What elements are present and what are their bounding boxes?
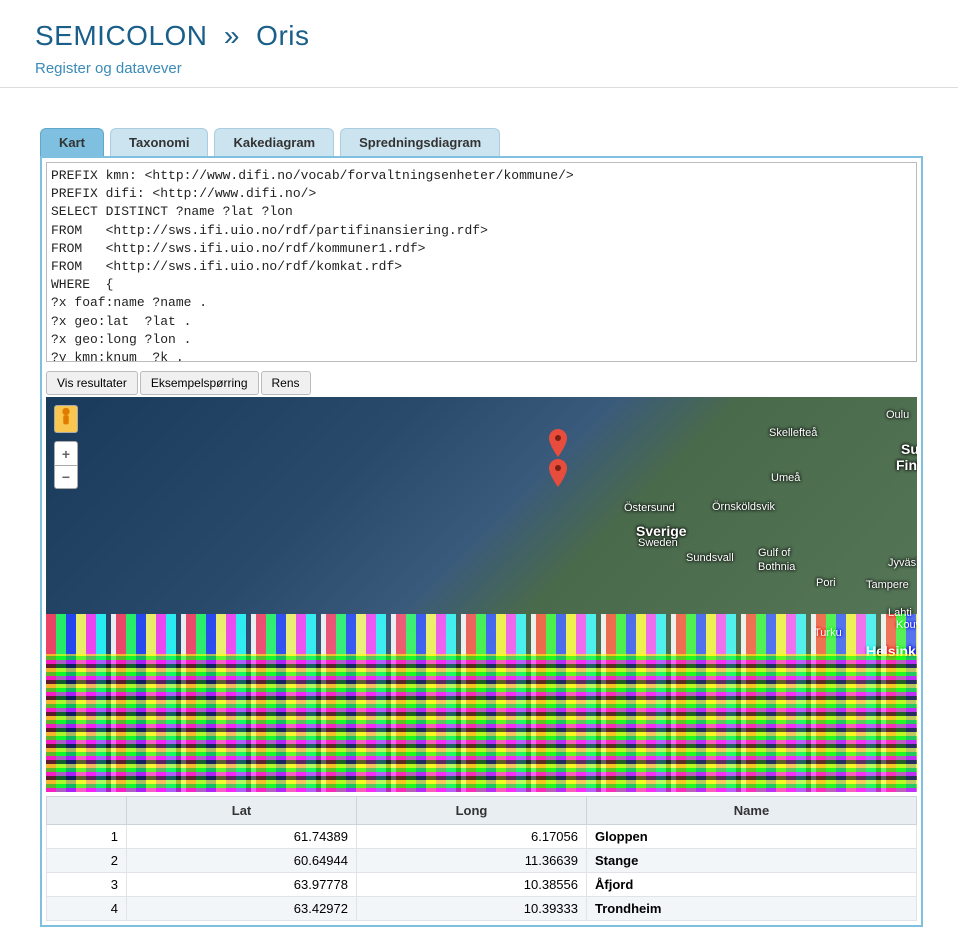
table-row: 260.6494411.36639Stange — [47, 849, 917, 873]
row-long: 6.17056 — [357, 825, 587, 849]
query-panel: Vis resultater Eksempelspørring Rens + −… — [40, 156, 923, 927]
map-place-label: Bothnia — [758, 561, 795, 573]
row-index: 4 — [47, 897, 127, 921]
page-header: SEMICOLON » Oris Register og datavever — [0, 0, 958, 88]
table-header: Long — [357, 797, 587, 825]
row-long: 10.38556 — [357, 873, 587, 897]
page-title: SEMICOLON » Oris — [35, 20, 923, 52]
results-table: LatLongName 161.743896.17056Gloppen260.6… — [46, 796, 917, 921]
row-lat: 63.42972 — [127, 897, 357, 921]
query-toolbar: Vis resultater Eksempelspørring Rens — [46, 371, 917, 395]
brand-name: SEMICOLON — [35, 20, 208, 51]
map-place-label: Gulf of — [758, 547, 790, 559]
map-place-label: Örnsköldsvik — [712, 501, 775, 513]
map-place-label: Finland — [896, 457, 917, 473]
map-marker-icon[interactable] — [549, 429, 567, 457]
sparql-query-input[interactable] — [46, 162, 917, 362]
row-index: 3 — [47, 873, 127, 897]
row-name: Stange — [587, 849, 917, 873]
table-header — [47, 797, 127, 825]
row-index: 2 — [47, 849, 127, 873]
app-name: Oris — [256, 20, 309, 51]
tab-taxonomi[interactable]: Taxonomi — [110, 128, 208, 156]
result-map[interactable]: + − Oulu Skellefteå SuomiFinland Umeå Östers… — [46, 397, 917, 792]
map-place-label: Östersund — [624, 502, 675, 514]
row-name: Gloppen — [587, 825, 917, 849]
map-place-label: Pori — [816, 577, 836, 589]
main-content: KartTaxonomiKakediagramSpredningsdiagram… — [0, 88, 958, 927]
row-lat: 63.97778 — [127, 873, 357, 897]
map-place-label: Jyväskylä — [888, 557, 917, 569]
row-index: 1 — [47, 825, 127, 849]
map-place-label: Umeå — [771, 472, 800, 484]
tab-bar: KartTaxonomiKakediagramSpredningsdiagram — [40, 128, 923, 156]
table-header: Name — [587, 797, 917, 825]
table-row: 363.9777810.38556Åfjord — [47, 873, 917, 897]
page-subtitle: Register og datavever — [35, 60, 923, 77]
zoom-in-button[interactable]: + — [54, 441, 78, 465]
row-lat: 60.64944 — [127, 849, 357, 873]
map-place-label: Sweden — [638, 537, 678, 549]
run-query-button[interactable]: Vis resultater — [46, 371, 138, 395]
map-place-label: Oulu — [886, 409, 909, 421]
tab-kakediagram[interactable]: Kakediagram — [214, 128, 334, 156]
streetview-pegman-icon[interactable] — [54, 405, 78, 433]
tab-kart[interactable]: Kart — [40, 128, 104, 156]
tab-spredningsdiagram[interactable]: Spredningsdiagram — [340, 128, 500, 156]
map-marker-icon[interactable] — [549, 459, 567, 487]
map-place-label: Tampere — [866, 579, 909, 591]
map-place-label: Skellefteå — [769, 427, 817, 439]
map-place-label: Suomi — [901, 441, 917, 457]
table-row: 161.743896.17056Gloppen — [47, 825, 917, 849]
row-name: Trondheim — [587, 897, 917, 921]
zoom-controls: + − — [54, 441, 78, 489]
row-lat: 61.74389 — [127, 825, 357, 849]
map-render-glitch — [46, 654, 917, 792]
map-place-label: Sundsvall — [686, 552, 734, 564]
map-controls: + − — [54, 405, 78, 489]
table-row: 463.4297210.39333Trondheim — [47, 897, 917, 921]
row-long: 11.36639 — [357, 849, 587, 873]
title-separator: » — [224, 20, 240, 51]
row-long: 10.39333 — [357, 897, 587, 921]
zoom-out-button[interactable]: − — [54, 465, 78, 489]
table-header: Lat — [127, 797, 357, 825]
example-query-button[interactable]: Eksempelspørring — [140, 371, 259, 395]
row-name: Åfjord — [587, 873, 917, 897]
clear-query-button[interactable]: Rens — [261, 371, 311, 395]
